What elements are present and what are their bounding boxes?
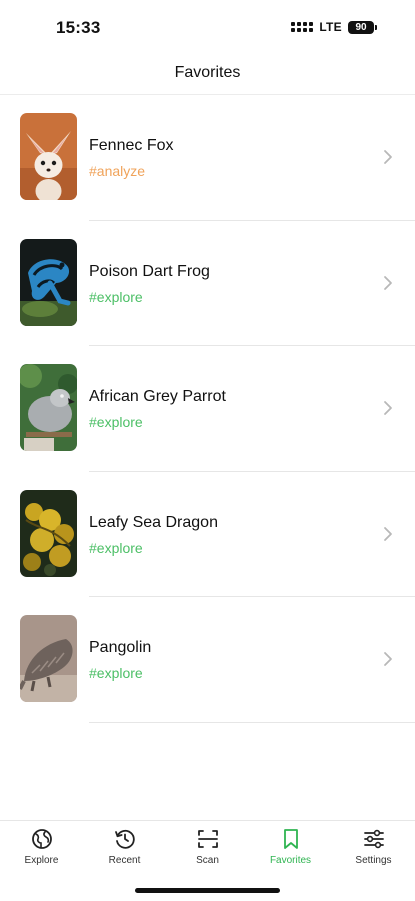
tab-favorites[interactable]: Favorites xyxy=(249,827,332,866)
favorite-name: African Grey Parrot xyxy=(89,388,226,406)
status-bar: 15:33 LTE 90 xyxy=(0,0,415,52)
african-grey-parrot-thumbnail xyxy=(20,364,77,452)
favorite-tag: #explore xyxy=(89,539,143,556)
leafy-sea-dragon-thumbnail xyxy=(20,489,77,577)
history-icon xyxy=(114,829,135,849)
chevron-right-icon xyxy=(384,401,392,416)
favorite-name: Leafy Sea Dragon xyxy=(89,513,218,531)
page-title: Favorites xyxy=(174,64,241,81)
status-time: 15:33 xyxy=(56,18,101,37)
chevron-right-icon xyxy=(384,150,392,164)
favorite-name: Poison Dart Frog xyxy=(89,262,210,280)
tab-scan[interactable]: Scan xyxy=(166,827,249,866)
tab-label: Recent xyxy=(108,855,141,866)
tab-recent[interactable]: Recent xyxy=(83,827,166,866)
tab-label: Explore xyxy=(24,855,59,866)
sliders-icon xyxy=(363,829,384,849)
favorite-tag: #explore xyxy=(89,665,143,682)
tab-label: Favorites xyxy=(269,855,312,866)
favorites-list: Fennec Fox #analyze Poison Dart Frog #ex… xyxy=(0,95,415,723)
chevron-right-icon xyxy=(384,652,392,667)
favorite-tag: #explore xyxy=(89,414,143,431)
tab-label: Settings xyxy=(355,855,392,866)
scan-icon xyxy=(197,830,218,848)
favorite-name: Pangolin xyxy=(89,639,152,657)
battery-icon: 90 xyxy=(348,20,377,34)
favorite-item-fennec-fox[interactable]: Fennec Fox #analyze xyxy=(0,95,415,221)
chevron-right-icon xyxy=(384,275,392,290)
network-label: LTE xyxy=(319,20,342,34)
signal-icon xyxy=(291,22,314,32)
tab-label: Scan xyxy=(196,855,219,866)
favorite-item-pangolin[interactable]: Pangolin #explore xyxy=(0,597,415,723)
favorite-tag: #analyze xyxy=(89,163,146,179)
favorite-tag: #explore xyxy=(89,288,143,305)
tab-settings[interactable]: Settings xyxy=(332,827,415,866)
pangolin-thumbnail xyxy=(20,615,77,703)
row-divider xyxy=(89,721,415,723)
battery-level: 90 xyxy=(348,20,374,34)
status-indicators: LTE 90 xyxy=(291,20,377,34)
favorite-item-african-grey-parrot[interactable]: African Grey Parrot #explore xyxy=(0,346,415,472)
chevron-right-icon xyxy=(384,526,392,541)
home-indicator xyxy=(135,888,280,893)
favorite-item-leafy-sea-dragon[interactable]: Leafy Sea Dragon #explore xyxy=(0,472,415,598)
tab-explore[interactable]: Explore xyxy=(0,827,83,866)
globe-icon xyxy=(31,829,52,849)
favorite-item-poison-dart-frog[interactable]: Poison Dart Frog #explore xyxy=(0,221,415,347)
fennec-fox-thumbnail xyxy=(20,113,77,200)
favorite-name: Fennec Fox xyxy=(89,137,174,154)
bookmark-icon xyxy=(283,829,298,849)
poison-dart-frog-thumbnail xyxy=(20,238,77,326)
